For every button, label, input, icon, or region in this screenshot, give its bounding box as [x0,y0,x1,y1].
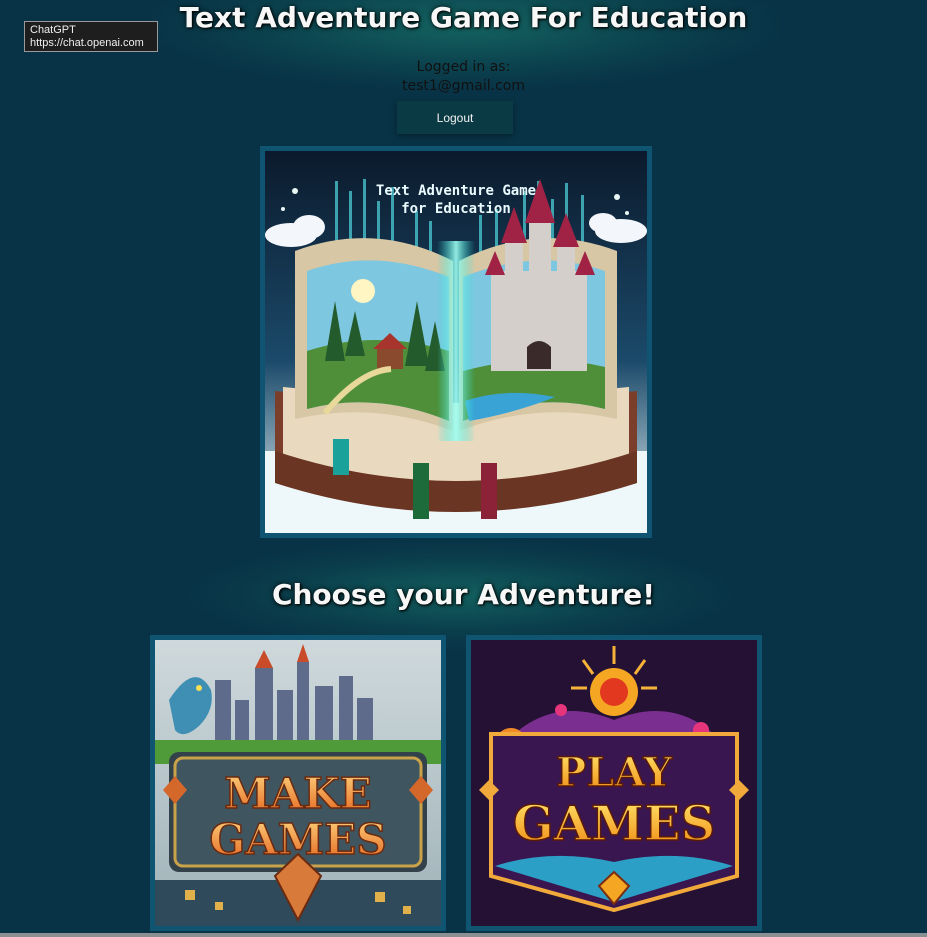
tooltip-url: https://chat.openai.com [30,37,144,49]
hero-banner-line2: for Education [401,201,511,217]
play-games-card[interactable]: PLAY GAMES [466,635,762,931]
make-games-card[interactable]: MAKE GAMES [150,635,446,931]
logout-button[interactable]: Logout [397,101,513,134]
tooltip-title: ChatGPT [30,24,76,36]
user-email: test1@gmail.com [401,78,526,94]
section-title: Choose your Adventure! [271,578,656,611]
make-games-image: MAKE GAMES [155,640,441,926]
logged-in-label: Logged in as: [416,59,511,75]
hero-image: Text Adventure Game for Education [260,146,652,538]
play-games-line1: PLAY [556,749,672,796]
open-book-illustration: Text Adventure Game for Education [265,151,647,533]
window-bottom-edge [0,933,927,937]
make-games-line1: MAKE [224,769,372,818]
play-games-image: PLAY GAMES [471,640,757,926]
login-status: Logged in as: test1@gmail.com [0,58,927,96]
hero-banner-line1: Text Adventure Game [376,183,536,199]
play-games-line2: GAMES [513,796,716,852]
link-tooltip: ChatGPT https://chat.openai.com [24,21,158,52]
